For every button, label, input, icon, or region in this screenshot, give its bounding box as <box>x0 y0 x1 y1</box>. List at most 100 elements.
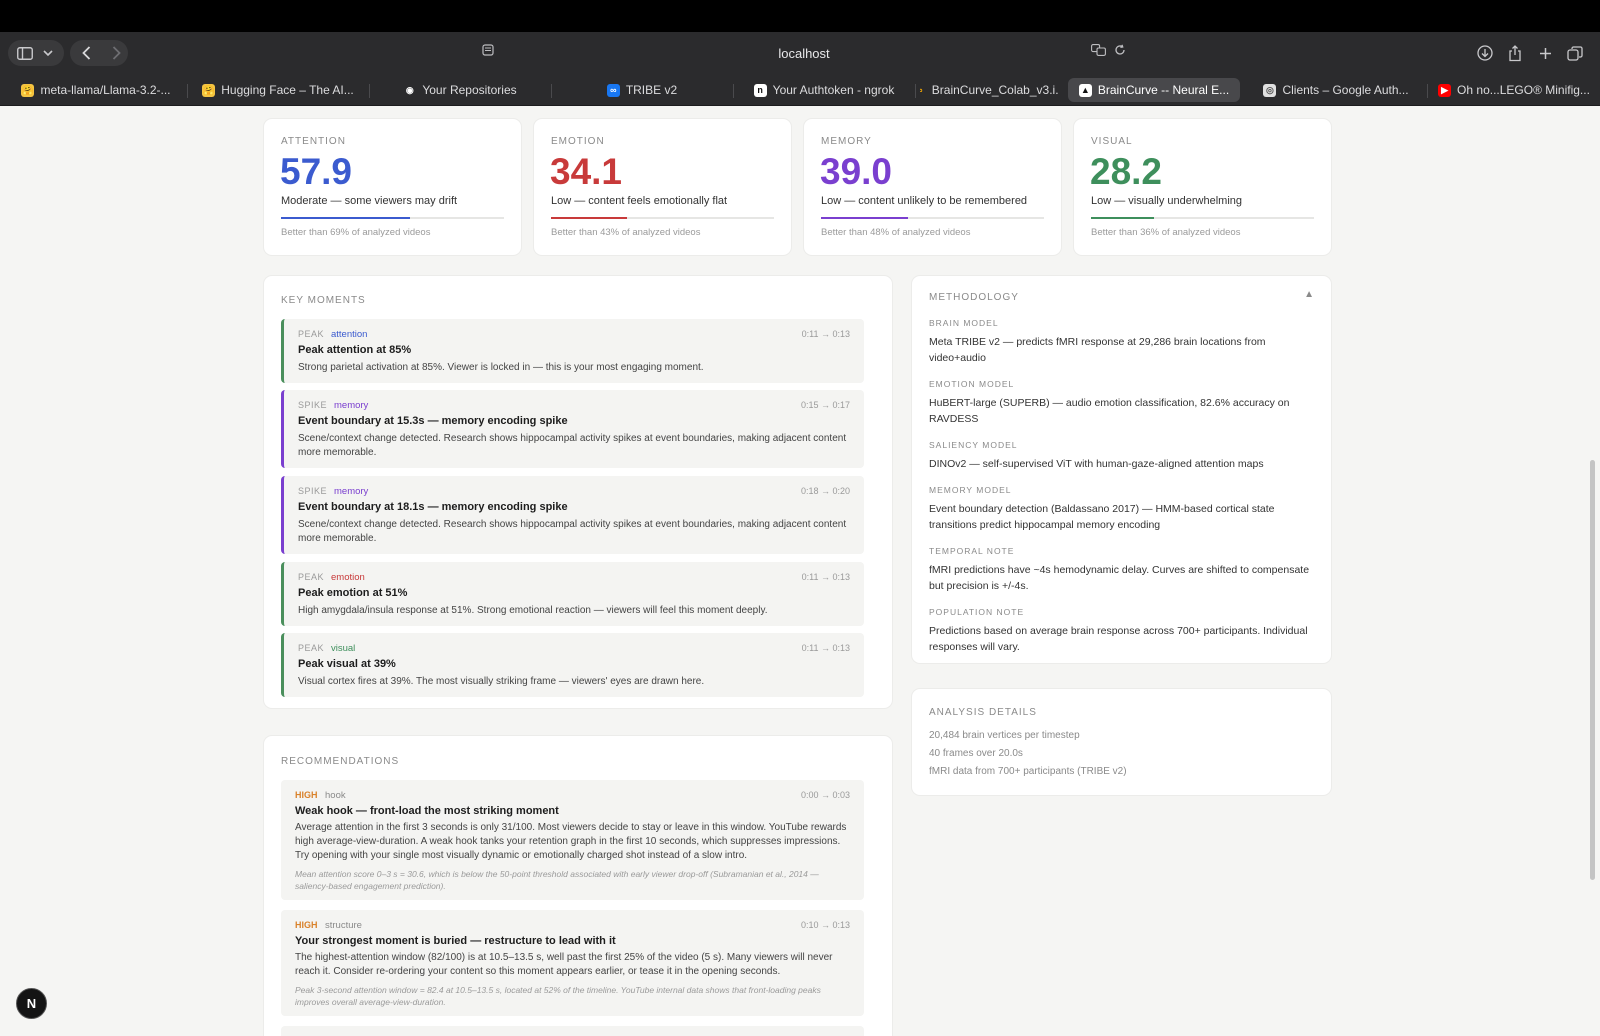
tab-overview-icon[interactable] <box>1564 39 1586 67</box>
methodology-heading: POPULATION NOTE <box>929 607 1025 617</box>
metric-description: Low — content unlikely to be remembered <box>821 195 1028 207</box>
tab-braincurve-active[interactable]: ▲ BrainCurve -- Neural E... <box>1068 78 1240 102</box>
tab-google-auth[interactable]: ◎ Clients – Google Auth... <box>1250 78 1422 102</box>
section-title: RECOMMENDATIONS <box>281 756 400 767</box>
methodology-item: SALIENCY MODEL DINOv2 — self-supervised … <box>929 440 1319 472</box>
reload-icon[interactable] <box>1114 44 1126 59</box>
back-arrow-icon[interactable] <box>76 39 96 67</box>
tab-repositories[interactable]: ◉ Your Repositories <box>374 78 546 102</box>
tab-huggingface[interactable]: 🤗 Hugging Face – The AI... <box>192 78 364 102</box>
methodology-body: HuBERT-large (SUPERB) — audio emotion cl… <box>929 397 1290 425</box>
moment-text: Visual cortex fires at 39%. The most vis… <box>298 676 705 687</box>
github-icon: ◉ <box>405 84 414 95</box>
methodology-item: MEMORY MODEL Event boundary detection (B… <box>929 485 1319 533</box>
tab-label: TRIBE v2 <box>625 83 678 97</box>
nextjs-devtools-icon[interactable]: N <box>16 988 47 1019</box>
tab-tribe[interactable]: ∞ TRIBE v2 <box>556 78 728 102</box>
methodology-body: Predictions based on average brain respo… <box>929 625 1308 653</box>
recommendation-title: Weak hook — front-load the most striking… <box>295 805 559 817</box>
metric-description: Low — content feels emotionally flat <box>551 195 728 207</box>
metric-progress-bar <box>551 217 774 219</box>
tab-label: Your Authtoken - ngrok <box>772 83 895 97</box>
metric-comparison: Better than 43% of analyzed videos <box>551 227 701 238</box>
new-tab-icon[interactable] <box>1534 39 1556 67</box>
tab-ngrok[interactable]: n Your Authtoken - ngrok <box>738 78 910 102</box>
moment-tag: attention <box>331 329 368 340</box>
methodology-body: fMRI predictions have ~4s hemodynamic de… <box>929 564 1310 592</box>
moment-title: Peak attention at 85% <box>298 344 412 356</box>
metric-description: Moderate — some viewers may drift <box>281 195 458 207</box>
moment-item[interactable]: PEAK attention 0:11 → 0:13 Peak attentio… <box>281 319 864 383</box>
metric-progress-fill <box>1091 217 1154 219</box>
page-scrollbar[interactable] <box>1590 460 1595 880</box>
methodology-body: DINOv2 — self-supervised ViT with human-… <box>929 458 1264 470</box>
methodology-heading: SALIENCY MODEL <box>929 440 1018 450</box>
recommendation-text: Average attention in the first 3 seconds… <box>295 822 847 861</box>
metric-card-memory: MEMORY 39.0 Low — content unlikely to be… <box>804 119 1061 255</box>
recommendations-card: RECOMMENDATIONS HIGH hook 0:00 → 0:03 We… <box>264 736 892 1036</box>
download-icon[interactable] <box>1474 39 1496 67</box>
moment-kind: PEAK <box>298 643 325 653</box>
moment-item[interactable]: SPIKE memory 0:15 → 0:17 Event boundary … <box>281 390 864 468</box>
metric-value: 28.2 <box>1090 151 1163 192</box>
ngrok-icon: n <box>753 83 767 97</box>
share-icon[interactable] <box>1504 39 1526 67</box>
methodology-item: BRAIN MODEL Meta TRIBE v2 — predicts fMR… <box>929 318 1319 366</box>
recommendation-evidence: Peak 3-second attention window = 82.4 at… <box>295 985 821 1007</box>
moment-title: Event boundary at 18.1s — memory encodin… <box>298 501 568 513</box>
tab-llama[interactable]: 🤗 meta-llama/Llama-3.2-... <box>10 78 182 102</box>
moment-kind: PEAK <box>298 572 325 582</box>
metric-progress-bar <box>1091 217 1314 219</box>
moment-title: Event boundary at 15.3s — memory encodin… <box>298 415 568 427</box>
recommendation-time: 0:10 → 0:13 <box>800 920 850 930</box>
section-title: KEY MOMENTS <box>281 295 366 306</box>
collapse-toggle-icon[interactable]: ▲ <box>1304 289 1314 300</box>
analysis-detail-line: 40 frames over 20.0s <box>929 748 1023 759</box>
page-menu-icon[interactable] <box>482 44 494 59</box>
sidebar-icon[interactable] <box>14 39 36 67</box>
priority-badge: HIGH <box>295 920 318 930</box>
methodology-heading: TEMPORAL NOTE <box>929 546 1015 556</box>
analysis-detail-line: 20,484 brain vertices per timestep <box>929 730 1080 741</box>
huggingface-icon: 🤗 <box>21 83 35 97</box>
moment-kind: PEAK <box>298 329 325 339</box>
translate-icon[interactable] <box>1091 44 1106 59</box>
tab-label: BrainCurve_Colab_v3.i... <box>931 83 1058 97</box>
metric-label: MEMORY <box>821 136 872 147</box>
youtube-icon: ▶ <box>1438 83 1452 97</box>
tab-colab[interactable]: ∞ BrainCurve_Colab_v3.i... <box>920 78 1058 102</box>
moment-item[interactable]: SPIKE memory 0:18 → 0:20 Event boundary … <box>281 476 864 554</box>
metric-label: VISUAL <box>1091 136 1133 147</box>
moment-item[interactable]: PEAK visual 0:11 → 0:13 Peak visual at 3… <box>281 633 864 697</box>
metric-label: ATTENTION <box>281 136 346 147</box>
meta-icon: ∞ <box>606 83 620 97</box>
metric-value: 34.1 <box>550 151 623 192</box>
chevron-down-icon[interactable] <box>40 39 56 67</box>
key-moments-card: KEY MOMENTS PEAK attention 0:11 → 0:13 P… <box>264 276 892 708</box>
moment-time: 0:11 → 0:13 <box>801 329 850 339</box>
forward-arrow-icon[interactable] <box>106 39 126 67</box>
moment-item[interactable]: PEAK emotion 0:11 → 0:13 Peak emotion at… <box>281 562 864 626</box>
tab-label: Clients – Google Auth... <box>1282 83 1409 97</box>
recommendation-evidence: Mean attention score 0–3 s = 30.6, which… <box>295 869 819 891</box>
window-top-bar <box>0 0 1600 32</box>
analysis-detail-line: fMRI data from 700+ participants (TRIBE … <box>929 766 1127 777</box>
url-text[interactable]: localhost <box>778 46 829 61</box>
moment-text: Scene/context change detected. Research … <box>298 433 847 458</box>
methodology-heading: EMOTION MODEL <box>929 379 1015 389</box>
moment-tag: memory <box>334 486 369 497</box>
metric-description: Low — visually underwhelming <box>1091 195 1243 207</box>
moment-tag: visual <box>331 643 356 654</box>
tab-youtube-lego[interactable]: ▶ Oh no...LEGO® Minifig... <box>1432 78 1596 102</box>
address-bar[interactable]: localhost <box>474 38 1134 68</box>
braincurve-icon: ▲ <box>1078 83 1092 97</box>
recommendation-item[interactable] <box>281 1026 864 1036</box>
moment-time: 0:11 → 0:13 <box>801 572 850 582</box>
moment-time: 0:18 → 0:20 <box>800 486 850 496</box>
recommendation-item[interactable]: HIGH hook 0:00 → 0:03 Weak hook — front-… <box>281 780 864 900</box>
tab-label: Hugging Face – The AI... <box>221 83 354 97</box>
recommendation-item[interactable]: HIGH structure 0:10 → 0:13 Your stronges… <box>281 910 864 1016</box>
recommendation-title: Your strongest moment is buried — restru… <box>295 935 616 947</box>
metric-progress-fill <box>281 217 411 219</box>
moment-time: 0:15 → 0:17 <box>800 400 850 410</box>
